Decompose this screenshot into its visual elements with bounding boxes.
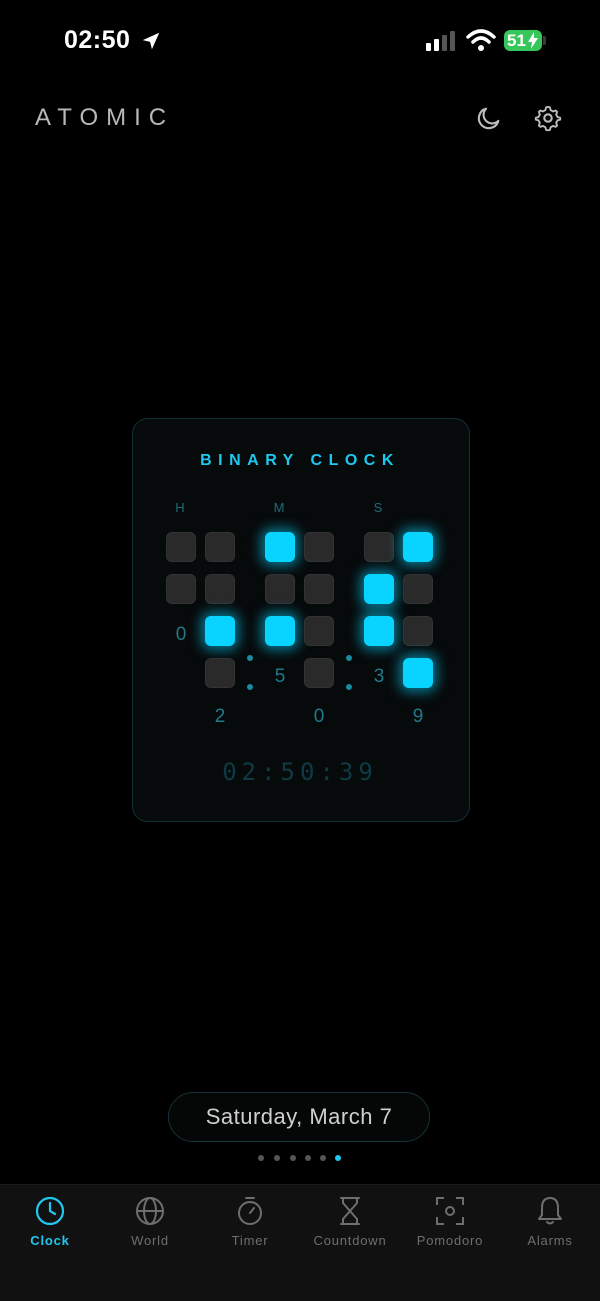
cellular-signal-icon [426,31,455,51]
page-dot[interactable] [305,1155,311,1161]
bit-hours-tens-2 [166,532,196,562]
battery-cap [543,36,546,45]
tab-countdown[interactable]: Countdown [300,1195,400,1248]
bit-hours-tens-1 [166,574,196,604]
colon-dot [346,684,352,690]
page-dot[interactable] [274,1155,280,1161]
tab-label: Pomodoro [416,1233,484,1248]
digit-hours-ones: 2 [214,706,226,727]
bit-seconds-ones-8 [403,532,433,562]
focus-icon [436,1197,464,1225]
globe-icon [136,1197,164,1225]
date-label: Saturday, March 7 [205,1104,393,1129]
page-dot-active[interactable] [335,1155,341,1161]
bit-seconds-tens-2 [364,574,394,604]
tab-label: World [131,1233,169,1248]
page-dot[interactable] [320,1155,326,1161]
status-time: 02:50 [64,26,131,54]
bit-hours-ones-4 [205,574,235,604]
tab-world[interactable]: World [100,1195,200,1248]
bit-hours-ones-2 [205,616,235,646]
tab-label: Clock [30,1233,70,1248]
bit-seconds-tens-1 [364,616,394,646]
bit-minutes-ones-4 [304,574,334,604]
page-dot[interactable] [258,1155,264,1161]
bit-seconds-ones-1 [403,658,433,688]
bit-minutes-tens-2 [265,574,295,604]
digit-hours-tens: 0 [175,624,187,645]
charging-bolt-icon [528,32,538,49]
tab-clock[interactable]: Clock [0,1195,100,1248]
wifi-icon [466,29,496,51]
tab-timer[interactable]: Timer [200,1195,300,1248]
bit-seconds-ones-4 [403,574,433,604]
bit-minutes-tens-1 [265,616,295,646]
colon-dot [346,655,352,661]
location-arrow-icon [142,32,160,50]
hourglass-icon [340,1197,360,1225]
gear-icon[interactable] [534,104,562,132]
moon-icon[interactable] [475,104,503,132]
bit-minutes-ones-8 [304,532,334,562]
digit-seconds-tens: 3 [373,666,385,687]
bit-hours-ones-8 [205,532,235,562]
colon-dot [247,684,253,690]
battery-level: 51 [507,31,526,50]
bit-minutes-ones-2 [304,616,334,646]
tab-alarms[interactable]: Alarms [500,1195,600,1248]
bit-seconds-tens-4 [364,532,394,562]
hours-label: H [175,500,185,515]
digit-seconds-ones: 9 [412,706,424,727]
bit-minutes-tens-4 [265,532,295,562]
bit-hours-ones-1 [205,658,235,688]
page-dot[interactable] [290,1155,296,1161]
stopwatch-icon [238,1197,262,1225]
seconds-label: S [373,500,383,515]
colon-dot [247,655,253,661]
app-title: ATOMIC [35,104,175,131]
digital-time-readout: 02:50:39 [222,758,378,786]
clock-card-title: BINARY CLOCK [200,452,400,469]
bit-minutes-ones-1 [304,658,334,688]
tab-label: Countdown [313,1233,387,1248]
tab-label: Timer [231,1233,269,1248]
tab-label: Alarms [527,1233,573,1248]
bit-seconds-ones-2 [403,616,433,646]
bell-icon [538,1197,562,1225]
digit-minutes-ones: 0 [313,706,325,727]
digit-minutes-tens: 5 [274,666,286,687]
clock-icon [35,1196,65,1226]
minutes-label: M [273,500,285,515]
tab-pomodoro[interactable]: Pomodoro [400,1195,500,1248]
